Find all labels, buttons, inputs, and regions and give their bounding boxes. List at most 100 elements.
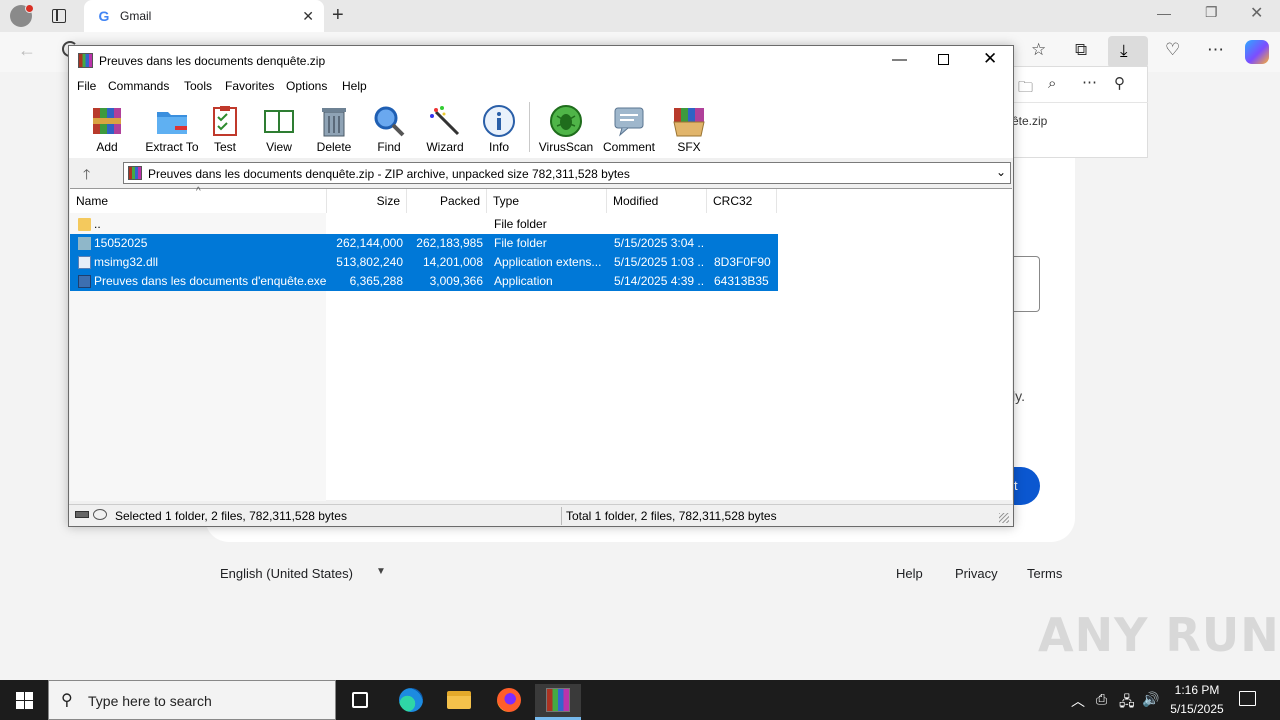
column-modified[interactable]: Modified [607,189,707,213]
archive-path-field[interactable]: Preuves dans les documents denquête.zip … [123,162,1011,184]
new-tab-icon[interactable]: + [332,4,344,26]
winrar-taskbar-button[interactable] [535,684,581,720]
resize-grip-icon[interactable] [999,513,1009,523]
footer-help-link[interactable]: Help [896,566,923,581]
file-packed: 14,201,008 [422,255,483,269]
file-modified: 5/14/2025 4:39 ... [614,274,704,288]
google-g-icon: G [98,8,110,24]
parent-folder-icon [78,218,91,231]
explorer-taskbar-button[interactable] [436,684,482,720]
volume-icon[interactable]: 🔊 [1142,691,1159,708]
extract-folder-icon [157,112,187,134]
pin-icon[interactable]: ⚲ [1114,74,1125,92]
footer-privacy-link[interactable]: Privacy [955,566,998,581]
profile-icon[interactable] [10,4,34,27]
menu-file[interactable]: File [77,79,96,93]
chevron-down-icon[interactable]: ⌄ [996,165,1006,179]
firefox-taskbar-button[interactable] [486,684,532,720]
column-size[interactable]: Size [327,189,407,213]
test-button[interactable]: Test [195,100,255,156]
file-modified: 5/15/2025 3:04 ... [614,236,704,250]
network-icon[interactable]: 🖧 [1119,691,1135,715]
settings-more-icon[interactable]: ⋯ [1207,40,1224,60]
footer-terms-link[interactable]: Terms [1027,566,1062,581]
task-view-button[interactable] [337,684,383,720]
clock-date[interactable]: 5/15/2025 [1167,702,1227,716]
collections-icon[interactable]: ⧉ [1075,40,1087,60]
find-button[interactable]: Find [359,100,419,156]
toolbar: Add Extract To Test View Delete Find Wiz… [69,96,1013,158]
file-size: 262,144,000 [336,236,403,250]
tray-device-icon[interactable]: ⎙ [1096,691,1107,708]
folder-icon [78,237,91,250]
search-icon: ⚲ [61,692,73,709]
search-downloads-icon[interactable]: ⌕ [1048,75,1056,92]
file-modified: 5/15/2025 1:03 ... [614,255,704,269]
tab-close-icon[interactable]: ✕ [302,8,314,24]
info-button[interactable]: Info [469,100,529,156]
copilot-icon[interactable] [1245,40,1269,64]
notification-icon[interactable] [1239,691,1256,706]
menu-tools[interactable]: Tools [184,79,212,93]
language-selector[interactable]: English (United States) [220,566,353,581]
menu-commands[interactable]: Commands [108,79,169,93]
menu-favorites[interactable]: Favorites [225,79,274,93]
delete-button[interactable]: Delete [304,100,364,156]
downloads-button[interactable]: ⤓ [1108,36,1148,68]
comment-button[interactable]: Comment [599,100,659,156]
windows-start-icon[interactable] [16,692,33,709]
view-book-icon [264,110,294,133]
menu-options[interactable]: Options [286,79,327,93]
taskbar: ⚲ Type here to search ︿ ⎙ 🖧 🔊 [0,680,1280,720]
table-row[interactable]: msimg32.dll 513,802,240 14,201,008 Appli… [70,253,778,272]
minimize-icon[interactable]: — [892,51,907,68]
file-explorer-icon [447,691,471,709]
chevron-down-icon[interactable]: ▼ [376,566,386,577]
more-options-icon[interactable]: ⋯ [1082,73,1097,91]
add-archive-icon [93,108,121,134]
anyrun-watermark: ANY RUN [1038,608,1280,662]
column-crc32[interactable]: CRC32 [707,189,777,213]
drive-icon[interactable] [75,511,89,518]
virusscan-button[interactable]: VirusScan [536,100,596,156]
info-label: Info [488,140,509,154]
gmail-input-field[interactable] [1010,256,1040,312]
column-packed[interactable]: Packed [407,189,487,213]
open-folder-icon[interactable]: 🗀 [1018,77,1033,102]
view-button[interactable]: View [249,100,309,156]
file-name: Preuves dans les documents d'enquête.exe [94,274,327,288]
column-type[interactable]: Type [487,189,607,213]
add-button[interactable]: Add [77,100,137,156]
column-name[interactable]: Name [70,189,327,213]
taskbar-search-box[interactable]: ⚲ Type here to search [48,680,336,720]
favorites-star-icon[interactable]: ☆ [1031,40,1046,60]
table-row[interactable]: Preuves dans les documents d'enquête.exe… [70,272,778,291]
edge-taskbar-button[interactable] [388,684,434,720]
browser-close-icon[interactable]: ✕ [1250,3,1263,23]
menubar: File Commands Tools Favorites Options He… [69,76,1013,96]
winrar-app-icon [78,53,93,68]
file-packed: 262,183,985 [416,236,483,250]
up-arrow-icon[interactable]: 🡑 [83,164,90,188]
file-name: .. [94,217,101,231]
wizard-button[interactable]: Wizard [415,100,475,156]
file-type: File folder [494,236,547,250]
table-row[interactable]: .. File folder [70,215,778,234]
file-packed: 3,009,366 [429,274,483,288]
browser-tab-gmail[interactable]: G Gmail ✕ [84,0,324,32]
tray-chevron-up-icon[interactable]: ︿ [1071,691,1085,711]
tab-actions-icon[interactable] [52,9,66,23]
download-filename[interactable]: ête.zip [1012,114,1047,128]
clock-time[interactable]: 1:16 PM [1173,683,1221,697]
key-icon[interactable] [93,509,107,520]
view-label: View [266,140,292,154]
back-arrow-icon[interactable]: ← [18,40,36,61]
sfx-button[interactable]: SFX [659,100,719,156]
maximize-icon[interactable] [938,54,949,65]
table-row[interactable]: 15052025 262,144,000 262,183,985 File fo… [70,234,778,253]
browser-restore-icon[interactable]: ❐ [1205,4,1218,21]
close-icon[interactable]: ✕ [983,49,997,69]
browser-minimize-icon[interactable]: — [1157,5,1171,21]
menu-help[interactable]: Help [342,79,367,93]
browser-essentials-icon[interactable]: ♡ [1165,40,1180,60]
